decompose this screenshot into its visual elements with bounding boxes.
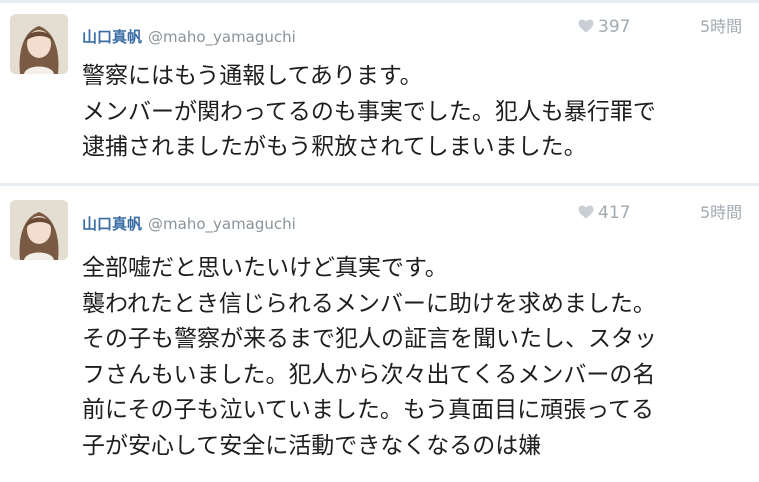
user-handle[interactable]: @maho_yamaguchi bbox=[148, 215, 296, 233]
tweet-text-line: フさんもいました。犯人から次々出てくるメンバーの名 bbox=[82, 361, 656, 388]
display-name[interactable]: 山口真帆 bbox=[82, 215, 142, 233]
like-count: 417 bbox=[598, 203, 631, 223]
tweet-text-line: その子も警察が来るまで犯人の証言を聞いたし、スタッ bbox=[82, 326, 657, 352]
tweet-text: 警察にはもう通報してあります。 メンバーが関わってるのも事実でした。犯人も暴行罪… bbox=[82, 59, 752, 166]
tweet-text-line: 子が安心して安全に活動できなくなるのは嫌 bbox=[82, 432, 542, 459]
tweet-text: 全部嘘だと思いたいけど真実です。 襲われたとき信じられるメンバーに助けを求めまし… bbox=[82, 251, 752, 464]
avatar-photo bbox=[10, 14, 68, 74]
tweet-text-line: 全部嘘だと思いたいけど真実です。 bbox=[82, 255, 448, 281]
tweet-header: 山口真帆 @maho_yamaguchi bbox=[82, 25, 296, 49]
like-count: 397 bbox=[598, 17, 631, 37]
timestamp[interactable]: 5時間 bbox=[700, 201, 742, 225]
tweet-text-line: 警察にはもう通報してあります。 bbox=[82, 63, 423, 89]
tweet-text-line: メンバーが関わってるのも事実でした。犯人も暴行罪で bbox=[82, 98, 656, 125]
display-name[interactable]: 山口真帆 bbox=[82, 28, 142, 46]
heart-icon bbox=[578, 205, 594, 218]
tweet-text-line: 前にその子も泣いていました。もう真面目に頑張ってる bbox=[82, 397, 655, 423]
avatar-photo bbox=[10, 200, 68, 260]
avatar[interactable] bbox=[10, 14, 68, 74]
tweet-header: 山口真帆 @maho_yamaguchi bbox=[82, 212, 296, 236]
tweet-feed: 山口真帆 @maho_yamaguchi 397 5時間 警察にはもう通報してあり… bbox=[0, 0, 759, 482]
timestamp[interactable]: 5時間 bbox=[700, 15, 742, 39]
tweet-text-line: 襲われたとき信じられるメンバーに助けを求めました。 bbox=[82, 290, 656, 317]
like-button[interactable]: 417 bbox=[578, 201, 630, 225]
tweet[interactable]: 山口真帆 @maho_yamaguchi 397 5時間 警察にはもう通報してあり… bbox=[0, 0, 759, 186]
user-handle[interactable]: @maho_yamaguchi bbox=[148, 28, 296, 46]
tweet[interactable]: 山口真帆 @maho_yamaguchi 417 5時間 全部嘘だと思いたいけど真… bbox=[0, 186, 759, 482]
avatar[interactable] bbox=[10, 200, 68, 260]
like-button[interactable]: 397 bbox=[578, 15, 630, 39]
tweet-text-line: 逮捕されましたがもう釈放されてしまいました。 bbox=[82, 134, 587, 160]
heart-icon bbox=[578, 19, 594, 32]
